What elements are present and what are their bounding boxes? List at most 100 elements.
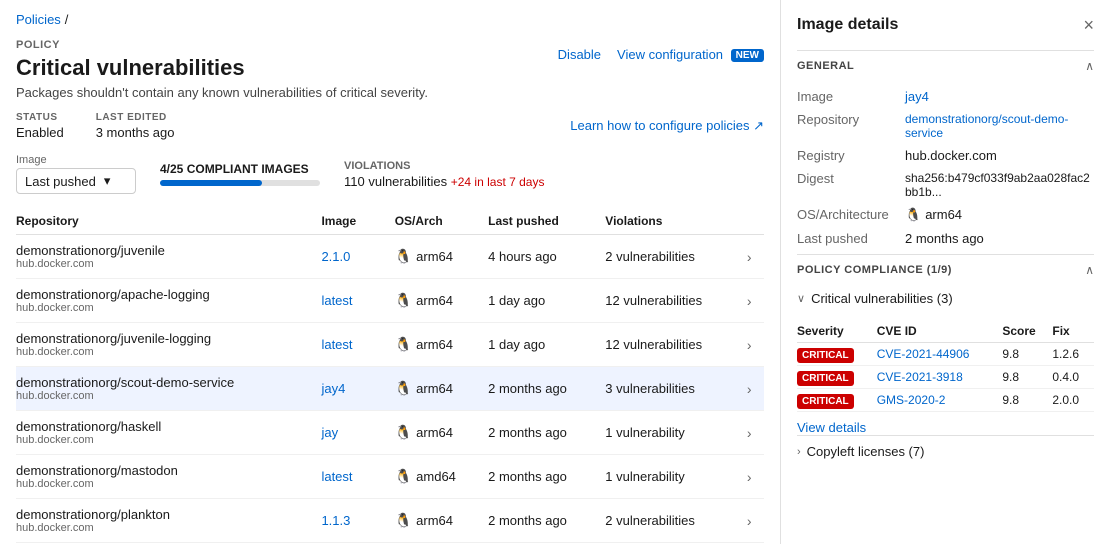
cve-link[interactable]: CVE-2021-3918: [877, 370, 963, 384]
cell-last-pushed: 2 months ago: [488, 455, 605, 499]
detail-repo-row: Repository demonstrationorg/scout-demo-s…: [797, 112, 1094, 140]
cve-link[interactable]: CVE-2021-44906: [877, 347, 970, 361]
critical-badge: CRITICAL: [797, 394, 854, 409]
col-repository: Repository: [16, 208, 321, 235]
table-row[interactable]: demonstrationorg/juvenile hub.docker.com…: [16, 235, 764, 279]
linux-icon: 🐧: [395, 248, 412, 265]
image-link[interactable]: latest: [321, 469, 352, 484]
detail-digest-value: sha256:b479cf033f9ab2aa028fac2bb1b...: [905, 171, 1094, 199]
page-title: Critical vulnerabilities: [16, 55, 558, 81]
cve-row: CRITICAL GMS-2020-2 9.8 2.0.0: [797, 389, 1094, 412]
cve-col-score: Score: [1002, 320, 1052, 343]
image-link[interactable]: 1.1.3: [321, 513, 350, 528]
repositories-table: Repository Image OS/Arch Last pushed Vio…: [16, 208, 764, 544]
detail-repo-value[interactable]: demonstrationorg/scout-demo-service: [905, 112, 1094, 140]
cell-image: jay: [321, 411, 394, 455]
cell-arch: 🐧 arm64: [395, 279, 488, 323]
meta-row: STATUS Enabled LAST EDITED 3 months ago …: [16, 112, 764, 140]
row-chevron-icon: ›: [747, 249, 752, 265]
image-filter-label: Image: [16, 154, 136, 166]
table-row[interactable]: demonstrationorg/scout-demo-service hub.…: [16, 367, 764, 411]
detail-last-pushed-row: Last pushed 2 months ago: [797, 231, 1094, 246]
breadcrumb-policies-link[interactable]: Policies: [16, 12, 61, 27]
cell-repo: demonstrationorg/juvenile-logging hub.do…: [16, 323, 321, 367]
policy-label: POLICY: [16, 39, 558, 51]
cell-violations: 1 vulnerability: [605, 411, 747, 455]
status-label: STATUS: [16, 112, 64, 123]
compliance-label: POLICY COMPLIANCE (1/9): [797, 264, 952, 276]
new-badge: NEW: [731, 49, 764, 62]
linux-icon: 🐧: [395, 380, 412, 397]
view-details-link[interactable]: View details: [797, 420, 1094, 435]
cell-arch: 🐧 arm64: [395, 323, 488, 367]
compliant-label: 4/25 COMPLIANT IMAGES: [160, 162, 320, 176]
violations-label: VIOLATIONS: [344, 160, 544, 172]
cve-link[interactable]: GMS-2020-2: [877, 393, 946, 407]
cell-chevron: ›: [747, 235, 764, 279]
critical-badge: CRITICAL: [797, 348, 854, 363]
table-row[interactable]: demonstrationorg/apache-logging hub.dock…: [16, 279, 764, 323]
cve-score: 9.8: [1002, 343, 1052, 366]
table-row[interactable]: demonstrationorg/plankton hub.docker.com…: [16, 499, 764, 543]
linux-icon: 🐧: [395, 424, 412, 441]
detail-image-value[interactable]: jay4: [905, 89, 929, 104]
cve-fix: 2.0.0: [1052, 389, 1094, 412]
general-section-header[interactable]: GENERAL ∧: [797, 50, 1094, 81]
cve-severity: CRITICAL: [797, 366, 877, 389]
cell-last-pushed: 2 months ago: [488, 499, 605, 543]
table-row[interactable]: demonstrationorg/mastodon hub.docker.com…: [16, 455, 764, 499]
cve-fix: 1.2.6: [1052, 343, 1094, 366]
detail-os-label: OS/Architecture: [797, 207, 897, 222]
cell-arch: 🐧 arm64: [395, 235, 488, 279]
cve-col-severity: Severity: [797, 320, 877, 343]
cve-severity: CRITICAL: [797, 343, 877, 366]
top-section: POLICY Critical vulnerabilities Packages…: [16, 39, 764, 112]
cve-id: CVE-2021-44906: [877, 343, 1003, 366]
cell-image: 2.1.0: [321, 235, 394, 279]
cve-col-fix: Fix: [1052, 320, 1094, 343]
cell-image: jay4: [321, 367, 394, 411]
cell-image: latest: [321, 279, 394, 323]
cell-image: latest: [321, 323, 394, 367]
detail-registry-label: Registry: [797, 148, 897, 163]
violations-section: VIOLATIONS 110 vulnerabilities +24 in la…: [344, 160, 544, 189]
cell-image: latest: [321, 455, 394, 499]
view-config-group: View configuration NEW: [617, 47, 764, 62]
table-row[interactable]: demonstrationorg/juvenile-logging hub.do…: [16, 323, 764, 367]
detail-last-pushed-label: Last pushed: [797, 231, 897, 246]
image-link[interactable]: jay4: [321, 381, 345, 396]
general-chevron-icon: ∧: [1085, 59, 1094, 73]
image-link[interactable]: latest: [321, 293, 352, 308]
cve-row: CRITICAL CVE-2021-44906 9.8 1.2.6: [797, 343, 1094, 366]
image-link[interactable]: 2.1.0: [321, 249, 350, 264]
policy-chevron-icon: ∨: [797, 292, 805, 305]
table-row[interactable]: demonstrationorg/haskell hub.docker.com …: [16, 411, 764, 455]
detail-image-row: Image jay4: [797, 89, 1094, 104]
linux-icon: 🐧: [395, 292, 412, 309]
row-chevron-icon: ›: [747, 425, 752, 441]
cell-last-pushed: 4 hours ago: [488, 235, 605, 279]
learn-link[interactable]: Learn how to configure policies ↗: [570, 118, 764, 134]
cve-col-id: CVE ID: [877, 320, 1003, 343]
image-select[interactable]: Last pushed ▾: [16, 168, 136, 194]
cve-table: Severity CVE ID Score Fix CRITICAL CVE-2…: [797, 320, 1094, 412]
cell-repo: demonstrationorg/apache-logging hub.dock…: [16, 279, 321, 323]
image-link[interactable]: latest: [321, 337, 352, 352]
cell-violations: 2 vulnerabilities: [605, 235, 747, 279]
copyleft-label: Copyleft licenses (7): [807, 444, 925, 459]
critical-vuln-row[interactable]: ∨ Critical vulnerabilities (3): [797, 285, 1094, 312]
linux-icon: 🐧: [395, 512, 412, 529]
cell-arch: 🐧 arm64: [395, 411, 488, 455]
cell-repo: demonstrationorg/scout-demo-service hub.…: [16, 367, 321, 411]
col-violations: Violations: [605, 208, 747, 235]
image-link[interactable]: jay: [321, 425, 338, 440]
view-config-link[interactable]: View configuration: [617, 47, 723, 62]
compliance-section-header[interactable]: POLICY COMPLIANCE (1/9) ∧: [797, 254, 1094, 285]
table-wrap: Repository Image OS/Arch Last pushed Vio…: [16, 208, 764, 544]
main-content: Policies / POLICY Critical vulnerabiliti…: [0, 0, 780, 544]
disable-button[interactable]: Disable: [558, 47, 601, 62]
copyleft-row[interactable]: › Copyleft licenses (7): [797, 435, 1094, 467]
col-image: Image: [321, 208, 394, 235]
close-panel-button[interactable]: ×: [1083, 16, 1094, 34]
filter-row: Image Last pushed ▾ 4/25 COMPLIANT IMAGE…: [16, 154, 764, 194]
